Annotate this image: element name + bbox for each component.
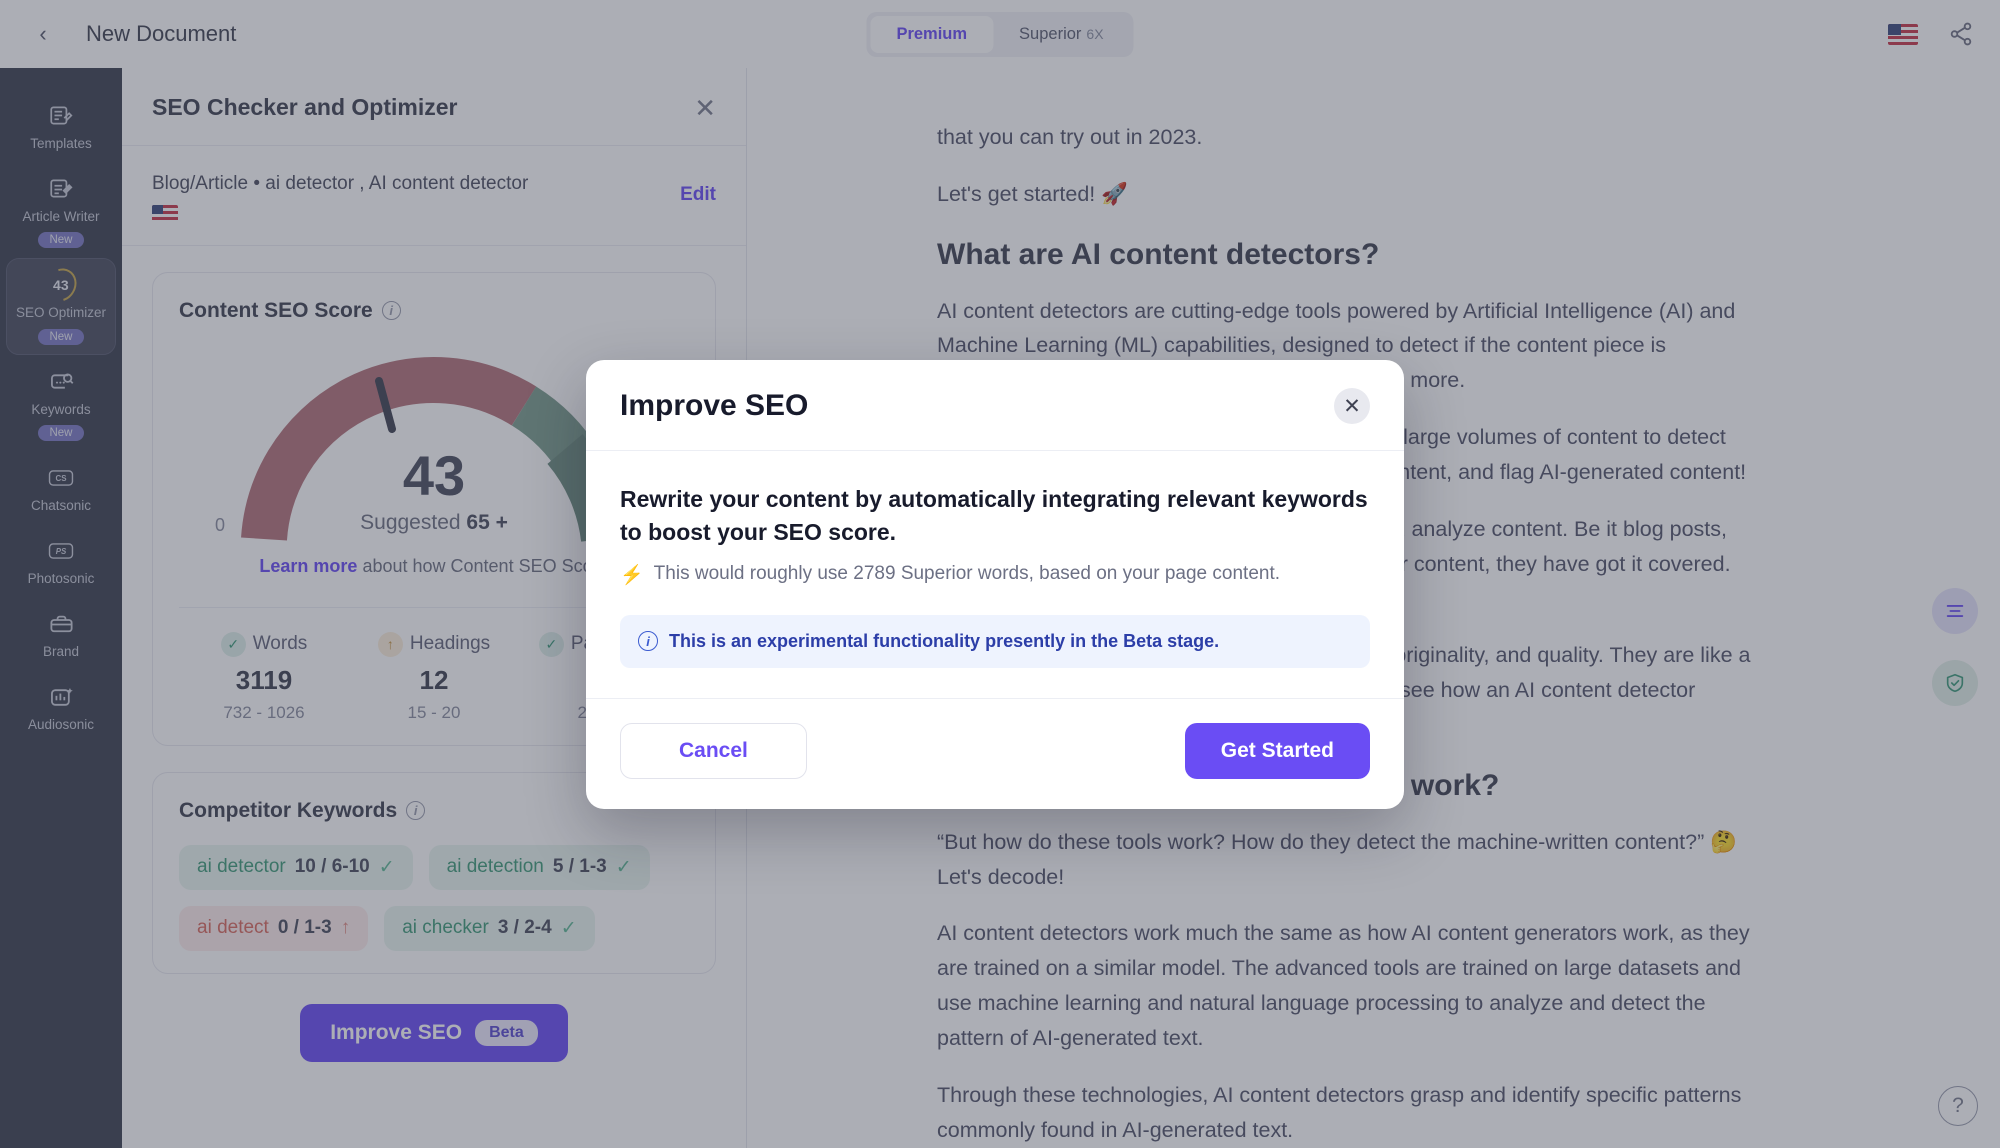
- modal-info-text: This is an experimental functionality pr…: [669, 630, 1220, 651]
- app-root: ‹ New Document Premium Superior 6X Templ…: [0, 0, 2000, 1148]
- modal-lead-text: Rewrite your content by automatically in…: [620, 486, 1368, 546]
- modal-footer: Cancel Get Started: [586, 697, 1404, 809]
- modal-note-text: This would roughly use 2789 Superior wor…: [653, 563, 1281, 585]
- get-started-button[interactable]: Get Started: [1184, 722, 1370, 779]
- close-icon[interactable]: ✕: [1334, 388, 1370, 424]
- improve-seo-modal: Improve SEO ✕ Rewrite your content by au…: [586, 360, 1404, 809]
- lightning-bolt-icon: ⚡: [620, 565, 644, 587]
- info-icon: i: [638, 631, 658, 652]
- modal-info-banner: i This is an experimental functionality …: [620, 614, 1370, 668]
- cancel-button[interactable]: Cancel: [620, 722, 807, 779]
- modal-header: Improve SEO ✕: [586, 360, 1404, 451]
- modal-title: Improve SEO: [620, 389, 809, 422]
- modal-note-row: ⚡ This would roughly use 2789 Superior w…: [620, 563, 1370, 589]
- modal-body: Rewrite your content by automatically in…: [586, 451, 1404, 698]
